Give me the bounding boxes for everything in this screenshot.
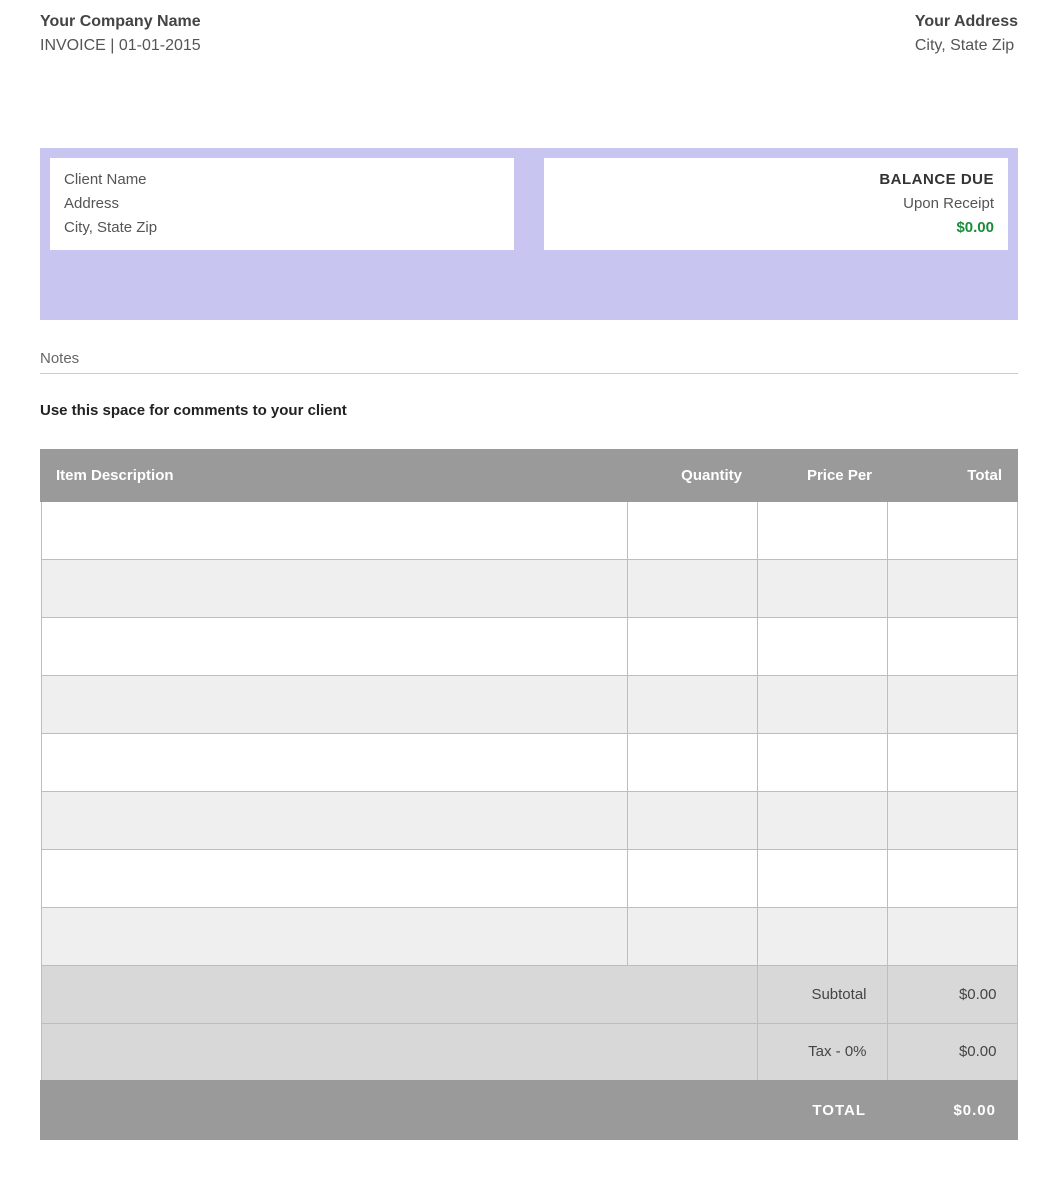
cell-price_per[interactable] [757,907,887,965]
col-description: Item Description [41,450,627,501]
company-name: Your Company Name [40,10,201,34]
balance-box: BALANCE DUE Upon Receipt $0.00 [544,158,1008,250]
cell-quantity[interactable] [627,733,757,791]
subtotal-row: Subtotal $0.00 [41,965,1017,1023]
total-value: $0.00 [887,1081,1017,1139]
subtotal-value: $0.00 [887,965,1017,1023]
cell-quantity[interactable] [627,675,757,733]
tax-value: $0.00 [887,1023,1017,1081]
cell-price_per[interactable] [757,617,887,675]
cell-quantity[interactable] [627,907,757,965]
balance-amount: $0.00 [558,216,994,240]
cell-description[interactable] [41,501,627,559]
balance-terms: Upon Receipt [558,192,994,216]
header-address-block: Your Address City, State Zip [915,10,1018,58]
items-table: Item Description Quantity Price Per Tota… [40,449,1018,1140]
table-row [41,675,1017,733]
cell-total[interactable] [887,617,1017,675]
invoice-number-date: INVOICE | 01-01-2015 [40,34,201,58]
total-label: TOTAL [41,1081,887,1139]
client-address: Address [64,192,500,216]
cell-total[interactable] [887,907,1017,965]
cell-price_per[interactable] [757,791,887,849]
your-address: Your Address [915,10,1018,34]
client-box: Client Name Address City, State Zip [50,158,514,250]
cell-total[interactable] [887,733,1017,791]
header: Your Company Name INVOICE | 01-01-2015 Y… [40,10,1018,58]
table-header-row: Item Description Quantity Price Per Tota… [41,450,1017,501]
subtotal-label: Subtotal [757,965,887,1023]
cell-total[interactable] [887,559,1017,617]
your-city-state-zip: City, State Zip [915,34,1018,58]
table-row [41,559,1017,617]
tax-row: Tax - 0% $0.00 [41,1023,1017,1081]
header-company-block: Your Company Name INVOICE | 01-01-2015 [40,10,201,58]
info-box: Client Name Address City, State Zip BALA… [40,148,1018,320]
cell-description[interactable] [41,791,627,849]
col-price-per: Price Per [757,450,887,501]
table-row [41,617,1017,675]
cell-description[interactable] [41,907,627,965]
cell-description[interactable] [41,617,627,675]
cell-quantity[interactable] [627,849,757,907]
notes-divider [40,373,1018,374]
cell-price_per[interactable] [757,733,887,791]
cell-description[interactable] [41,675,627,733]
table-row [41,907,1017,965]
table-row [41,501,1017,559]
notes-label: Notes [40,350,1018,367]
cell-quantity[interactable] [627,559,757,617]
cell-description[interactable] [41,733,627,791]
cell-quantity[interactable] [627,617,757,675]
client-city-state-zip: City, State Zip [64,216,500,240]
col-total: Total [887,450,1017,501]
invoice-page: Your Company Name INVOICE | 01-01-2015 Y… [0,0,1058,1180]
cell-price_per[interactable] [757,675,887,733]
cell-price_per[interactable] [757,849,887,907]
table-row [41,733,1017,791]
balance-due-label: BALANCE DUE [558,168,994,192]
cell-description[interactable] [41,559,627,617]
cell-quantity[interactable] [627,501,757,559]
cell-price_per[interactable] [757,501,887,559]
cell-total[interactable] [887,501,1017,559]
cell-description[interactable] [41,849,627,907]
client-name: Client Name [64,168,500,192]
notes-text: Use this space for comments to your clie… [40,402,1018,419]
table-row [41,849,1017,907]
tax-label: Tax - 0% [757,1023,887,1081]
cell-total[interactable] [887,849,1017,907]
cell-quantity[interactable] [627,791,757,849]
cell-total[interactable] [887,791,1017,849]
col-quantity: Quantity [627,450,757,501]
cell-total[interactable] [887,675,1017,733]
table-row [41,791,1017,849]
total-row: TOTAL $0.00 [41,1081,1017,1139]
cell-price_per[interactable] [757,559,887,617]
